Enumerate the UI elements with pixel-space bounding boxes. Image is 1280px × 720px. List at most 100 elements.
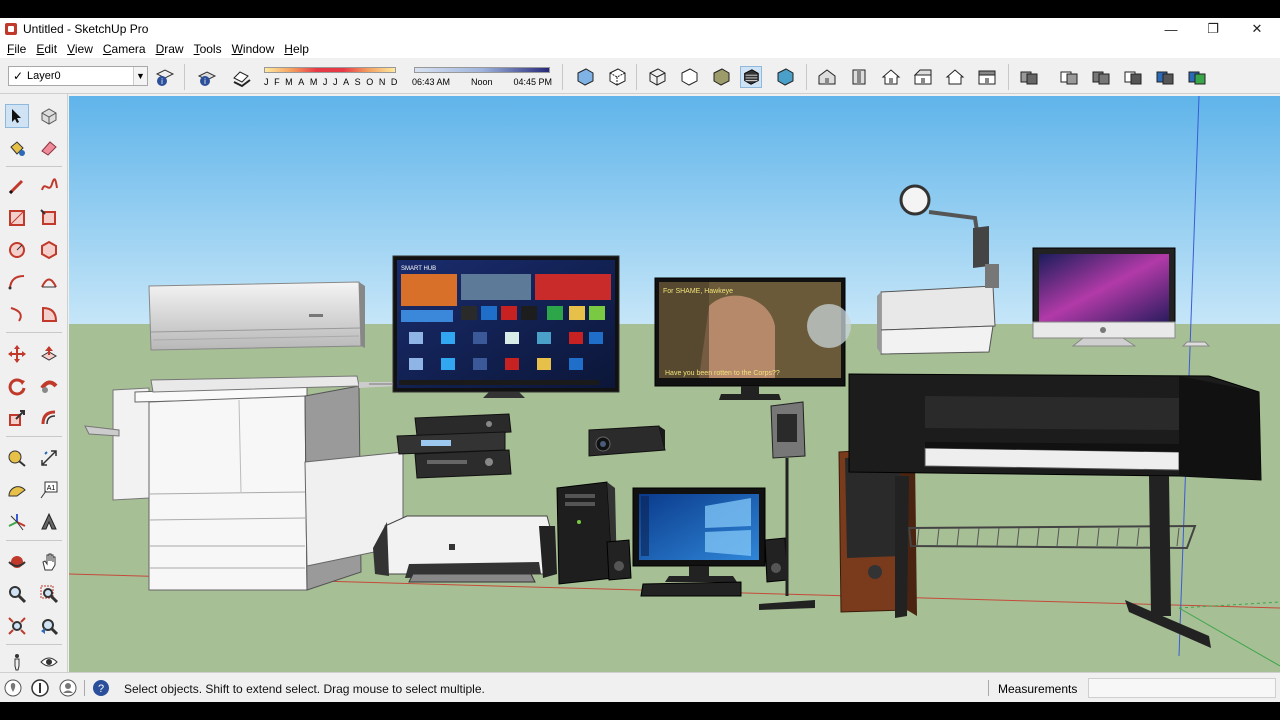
geo-location-icon[interactable] (4, 679, 22, 697)
shadow-month-slider[interactable]: JFMAMJJASOND (262, 64, 398, 90)
rotated-rectangle-tool[interactable] (37, 206, 61, 230)
scene-canvas[interactable]: SMART HUB For SHAME, Hawkeye Have you be… (69, 96, 1280, 672)
zoom-window-tool[interactable] (37, 582, 61, 606)
smart-tv-model[interactable]: SMART HUB (369, 255, 620, 398)
zoom-window-icon (40, 585, 59, 604)
sketchup-window: Untitled - SketchUp Pro — ❐ ✕ File Edit … (0, 18, 1280, 702)
measurements-label: Measurements (998, 682, 1078, 696)
eraser-icon (41, 141, 57, 156)
outer-shell-icon[interactable] (1018, 66, 1040, 88)
text-tool[interactable]: A1 (37, 478, 61, 502)
rotate-tool[interactable] (5, 374, 29, 398)
3d-text-tool[interactable] (37, 510, 61, 534)
intersect-icon[interactable] (1058, 66, 1080, 88)
subtract-icon[interactable] (1122, 66, 1144, 88)
front-view-icon[interactable] (880, 66, 902, 88)
select-tool[interactable] (5, 104, 29, 128)
tv-subtitle-top: For SHAME, Hawkeye (663, 288, 733, 295)
previous-view-tool[interactable] (37, 614, 61, 638)
paint-bucket-tool[interactable] (5, 136, 29, 160)
move-tool[interactable] (5, 342, 29, 366)
user-account-icon[interactable] (59, 679, 77, 697)
monochrome-style-icon[interactable] (774, 66, 796, 88)
help-icon[interactable]: ? (92, 679, 110, 697)
xray-style-icon[interactable] (574, 66, 596, 88)
inkjet-printer-model[interactable] (373, 515, 557, 583)
menu-view[interactable]: View (63, 42, 97, 56)
union-icon[interactable] (1090, 66, 1112, 88)
protractor-tool[interactable] (5, 478, 29, 502)
shaded-style-icon[interactable] (710, 66, 732, 88)
modeling-viewport[interactable]: SMART HUB For SHAME, Hawkeye Have you be… (69, 96, 1280, 672)
measurements-input[interactable] (1088, 678, 1276, 698)
layer-name: Layer0 (27, 70, 61, 82)
left-view-icon[interactable] (976, 66, 998, 88)
menu-file[interactable]: File (3, 42, 30, 56)
back-view-icon[interactable] (944, 66, 966, 88)
offset-tool[interactable] (37, 406, 61, 430)
tape-measure-tool[interactable] (5, 446, 29, 470)
orbit-tool[interactable] (5, 550, 29, 574)
follow-me-tool[interactable] (37, 374, 61, 398)
menu-window[interactable]: Window (228, 42, 279, 56)
scale-tool[interactable] (5, 406, 29, 430)
two-point-arc-tool[interactable] (37, 270, 61, 294)
circle-tool[interactable] (5, 238, 29, 262)
display-shadows-icon[interactable] (230, 66, 252, 88)
wireframe-style-icon[interactable] (646, 66, 668, 88)
iso-view-icon[interactable] (816, 66, 838, 88)
menu-camera[interactable]: Camera (99, 42, 150, 56)
svg-text:A1: A1 (47, 485, 56, 492)
shaded-textures-style-icon[interactable] (740, 66, 762, 88)
right-view-icon[interactable] (912, 66, 934, 88)
pie-tool[interactable] (37, 302, 61, 326)
right-speaker-model[interactable] (764, 537, 788, 583)
make-component-tool[interactable] (37, 104, 61, 128)
layer-manager-icon[interactable]: i (154, 66, 176, 88)
back-edges-style-icon[interactable] (606, 66, 628, 88)
status-message: Select objects. Shift to extend select. … (124, 682, 485, 696)
layer-check-icon: ✓ (12, 69, 24, 83)
close-button[interactable]: ✕ (1236, 18, 1278, 40)
menu-edit[interactable]: Edit (32, 42, 61, 56)
pan-tool[interactable] (37, 550, 61, 574)
push-pull-tool[interactable] (37, 342, 61, 366)
shadow-time-slider[interactable]: 06:43 AM Noon 04:45 PM (412, 64, 552, 90)
three-point-arc-tool[interactable] (5, 302, 29, 326)
chevron-down-icon[interactable]: ▼ (133, 67, 147, 85)
polygon-tool[interactable] (37, 238, 61, 262)
position-camera-tool[interactable] (5, 650, 29, 674)
eraser-tool[interactable] (37, 136, 61, 160)
hidden-line-style-icon[interactable] (678, 66, 700, 88)
rectangle-tool[interactable] (5, 206, 29, 230)
window-title: Untitled - SketchUp Pro (23, 22, 149, 36)
layer-dropdown[interactable]: ✓ Layer0 ▼ (8, 66, 148, 86)
pie-icon (42, 306, 58, 322)
line-tool[interactable] (5, 174, 29, 198)
menu-help[interactable]: Help (280, 42, 313, 56)
air-conditioner-model[interactable] (148, 281, 365, 351)
dimension-tool[interactable] (37, 446, 61, 470)
axes-tool[interactable] (5, 510, 29, 534)
arc-tool[interactable] (5, 270, 29, 294)
split-icon[interactable] (1186, 66, 1208, 88)
restore-button[interactable]: ❐ (1192, 18, 1234, 40)
freehand-tool[interactable] (37, 174, 61, 198)
3d-text-icon (41, 512, 57, 530)
look-around-tool[interactable] (37, 650, 61, 674)
left-speaker-model[interactable] (606, 539, 632, 581)
lcd-tv-model[interactable]: For SHAME, Hawkeye Have you been rotten … (654, 277, 851, 400)
minimize-button[interactable]: — (1150, 18, 1192, 40)
month-slider-track[interactable] (264, 67, 396, 73)
zoom-tool[interactable] (5, 582, 29, 606)
trim-icon[interactable] (1154, 66, 1176, 88)
shadow-settings-icon[interactable]: i (196, 66, 218, 88)
top-view-icon[interactable] (848, 66, 870, 88)
zoom-extents-icon (8, 617, 26, 635)
credits-icon[interactable] (31, 679, 49, 697)
zoom-extents-tool[interactable] (5, 614, 29, 638)
menu-tools[interactable]: Tools (190, 42, 226, 56)
menu-draw[interactable]: Draw (152, 42, 188, 56)
svg-text:?: ? (98, 683, 104, 695)
time-slider-track[interactable] (414, 67, 550, 73)
